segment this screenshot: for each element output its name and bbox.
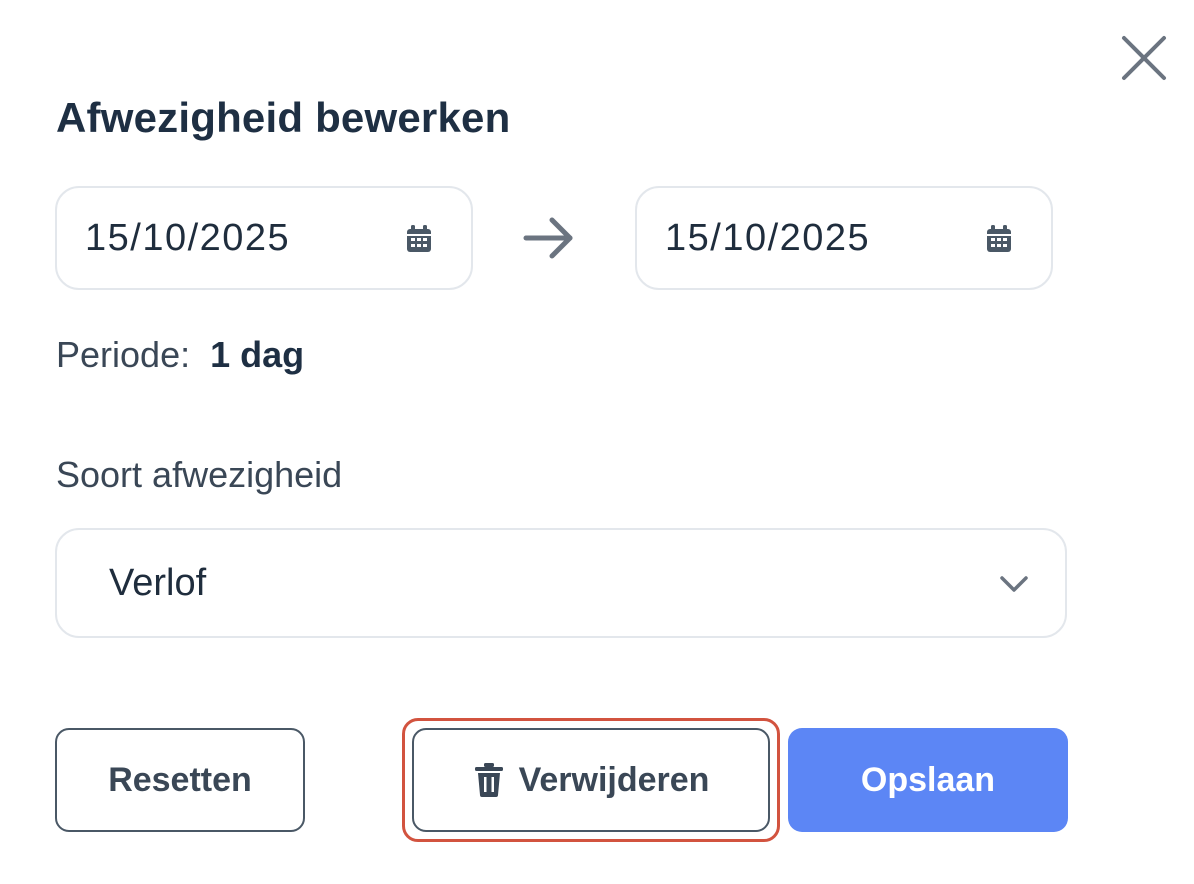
period-label: Periode: [56,334,191,375]
period-summary: Periode: 1 dag [56,334,304,376]
close-icon [1122,36,1166,80]
start-date-field[interactable]: 15/10/2025 [55,186,473,290]
dialog-title: Afwezigheid bewerken [56,94,511,141]
absence-type-value: Verlof [109,562,207,604]
absence-type-label: Soort afwezigheid [56,454,343,495]
chevron-down-icon [1000,576,1028,592]
edit-absence-dialog: Afwezigheid bewerken 15/10/2025 15/10/20… [0,0,1194,884]
absence-type-select[interactable]: Verlof [55,528,1067,638]
calendar-icon[interactable] [403,223,435,255]
start-date-value: 15/10/2025 [85,216,291,259]
delete-button-label: Verwijderen [518,760,710,799]
reset-button[interactable]: Resetten [55,728,305,832]
trash-icon [474,763,503,797]
end-date-field[interactable]: 15/10/2025 [635,186,1053,290]
calendar-icon[interactable] [983,223,1015,255]
period-value: 1 dag [210,334,305,375]
save-button[interactable]: Opslaan [788,728,1068,832]
end-date-value: 15/10/2025 [665,216,871,259]
arrow-right-icon [523,217,573,259]
delete-button[interactable]: Verwijderen [412,728,770,832]
close-button[interactable] [1118,32,1170,84]
